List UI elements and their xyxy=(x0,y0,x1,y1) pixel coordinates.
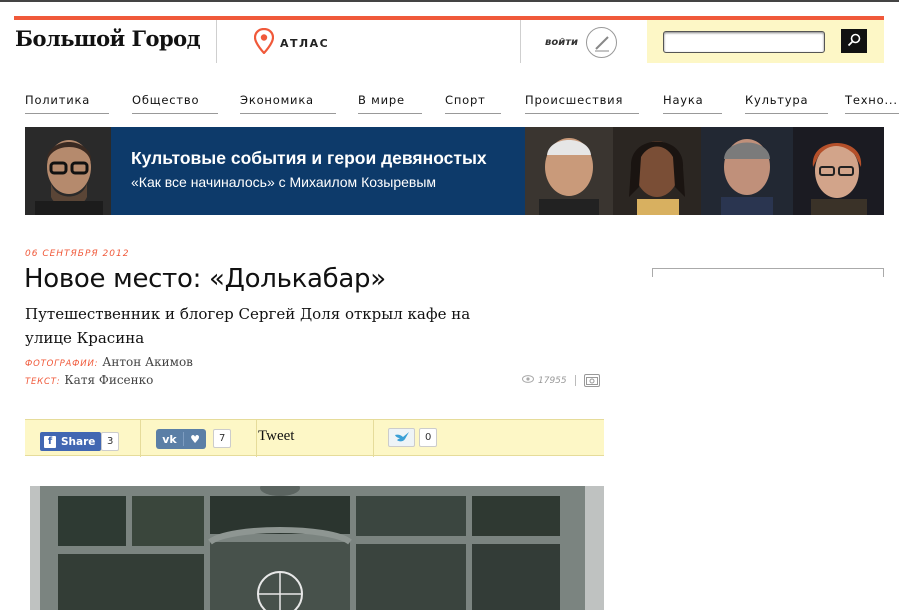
photo-credit-author[interactable]: Антон Акимов xyxy=(102,355,193,369)
vk-icon: vk xyxy=(162,432,177,446)
eye-icon xyxy=(522,375,534,386)
main-nav: Политика Общество Экономика В мире Спорт… xyxy=(25,93,899,117)
banner-title: Культовые события и герои девяностых xyxy=(131,148,487,168)
tweet-button[interactable]: Tweet xyxy=(258,428,294,445)
vk-like-count: 7 xyxy=(213,429,232,448)
text-credit-role: ТЕКСТ: xyxy=(25,377,61,387)
login-link[interactable]: войти xyxy=(545,27,618,58)
share-divider xyxy=(373,420,374,457)
cafe-window-image xyxy=(30,486,604,610)
facebook-share-button[interactable]: f Share xyxy=(40,432,102,451)
text-credit: ТЕКСТ: Катя Фисенко xyxy=(25,373,153,387)
search-box xyxy=(647,20,884,63)
promo-banner[interactable]: Культовые события и герои девяностых «Ка… xyxy=(25,127,884,215)
atlas-link[interactable]: АТЛАС xyxy=(253,27,330,58)
sidebar-box-top xyxy=(652,268,884,277)
map-pin-icon xyxy=(253,27,275,58)
nav-item-politics[interactable]: Политика xyxy=(25,93,109,114)
guests-portraits-image xyxy=(525,127,884,215)
views-counter: 17955 xyxy=(522,374,600,387)
host-portrait-image xyxy=(25,127,111,215)
pen-icon xyxy=(586,27,618,58)
text-credit-author[interactable]: Катя Фисенко xyxy=(64,373,153,387)
banner-subtitle: «Как все начиналось» с Михаилом Козыревы… xyxy=(131,174,437,190)
views-count: 17955 xyxy=(538,375,567,386)
share-bar: f Share 3 vk ♥ 7 Tweet 0 xyxy=(25,419,604,457)
bird-share-button[interactable] xyxy=(388,428,415,447)
facebook-icon: f xyxy=(44,435,56,448)
nav-item-world[interactable]: В мире xyxy=(358,93,422,114)
vk-like-button[interactable]: vk ♥ xyxy=(156,429,206,449)
article-date: 06 СЕНТЯБРЯ 2012 xyxy=(25,249,130,259)
search-input[interactable] xyxy=(663,31,825,53)
photo-credit: ФОТОГРАФИИ: Антон Акимов xyxy=(25,355,193,369)
nav-item-tech[interactable]: Техно... xyxy=(845,93,899,114)
camera-icon[interactable] xyxy=(583,374,600,387)
nav-item-science[interactable]: Наука xyxy=(663,93,722,114)
search-icon xyxy=(847,32,861,51)
search-button[interactable] xyxy=(841,29,867,53)
nav-item-economy[interactable]: Экономика xyxy=(240,93,336,114)
nav-item-incidents[interactable]: Происшествия xyxy=(525,93,639,114)
heart-icon: ♥ xyxy=(190,432,200,446)
login-label: войти xyxy=(545,37,579,48)
nav-item-culture[interactable]: Культура xyxy=(745,93,828,114)
bird-icon xyxy=(394,428,410,447)
views-divider xyxy=(574,375,576,386)
bird-share-count: 0 xyxy=(419,428,438,447)
share-divider xyxy=(256,420,257,457)
top-border xyxy=(0,0,899,2)
article-photo xyxy=(30,486,604,610)
site-logo[interactable]: Большой Город xyxy=(15,26,201,51)
nav-item-sport[interactable]: Спорт xyxy=(445,93,501,114)
atlas-label: АТЛАС xyxy=(280,36,330,50)
article-title: Новое место: «Долькабар» xyxy=(24,264,386,294)
share-divider xyxy=(140,420,141,457)
photo-credit-role: ФОТОГРАФИИ: xyxy=(25,359,99,369)
nav-item-society[interactable]: Общество xyxy=(132,93,218,114)
facebook-share-label: Share xyxy=(61,435,96,448)
article-subtitle: Путешественник и блогер Сергей Доля откр… xyxy=(25,305,471,347)
header-divider xyxy=(216,20,217,63)
header-divider xyxy=(520,20,521,63)
facebook-share-count: 3 xyxy=(101,432,120,451)
